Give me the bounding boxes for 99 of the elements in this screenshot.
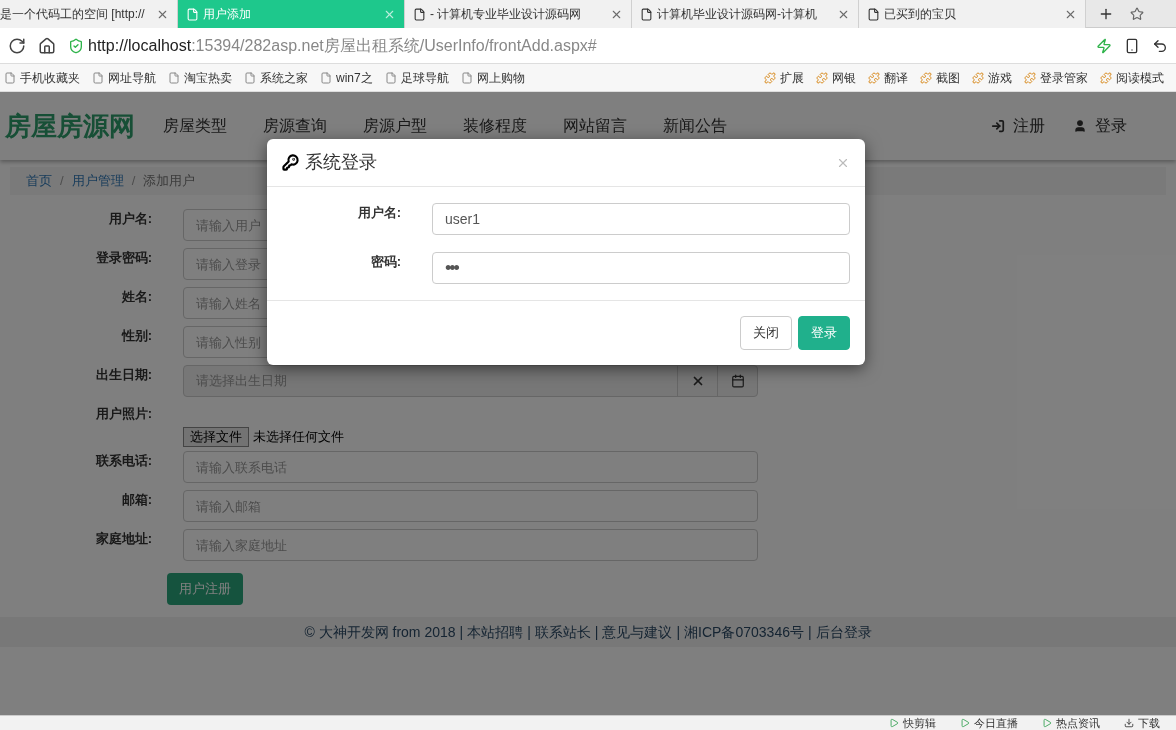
toolbar-link[interactable]: 翻译 [884,68,908,87]
status-bar-link[interactable]: 快剪辑 [903,714,936,730]
status-bar-link[interactable]: 今日直播 [974,714,1018,730]
tab-title: 是一个代码工的空间 [http:// [0,6,146,23]
phone-icon[interactable] [1124,37,1140,54]
footer-link[interactable]: 联系站长 [534,621,591,643]
puzzle-icon[interactable] [868,71,880,84]
toolbar-link[interactable]: 扩展 [780,68,804,87]
download-icon[interactable] [1124,718,1134,728]
bookmark-link[interactable]: 淘宝热卖 [184,68,232,87]
puzzle-icon[interactable] [1100,71,1112,84]
breadcrumb-current: 添加用户 [143,172,196,191]
footer-separator: | [594,622,599,642]
browser-tab[interactable]: 计算机毕业设计源码网-计算机 [632,0,859,28]
page-icon [186,7,199,21]
footer-separator: | [527,622,531,642]
shield-icon [68,37,84,54]
register-link[interactable]: 注册 [991,114,1045,138]
back-icon[interactable] [1152,37,1168,54]
page-icon [640,7,653,21]
footer-link[interactable]: 意见与建议 [602,621,673,643]
field-label: 家庭地址: [94,530,152,548]
lightning-icon[interactable] [1096,37,1112,54]
footer-link[interactable]: 后台登录 [815,621,872,643]
page-icon[interactable] [460,71,473,84]
footer-separator: | [459,622,464,642]
page-icon[interactable] [92,71,104,84]
calendar-icon[interactable] [730,374,745,388]
page-icon[interactable] [320,71,332,84]
footer-link[interactable]: 湘ICP备0703346号 [684,621,804,643]
toolbar-link[interactable]: 游戏 [988,68,1012,87]
dialog-title: 系统登录 [305,151,378,174]
puzzle-icon[interactable] [972,71,984,84]
user-icon[interactable] [1073,119,1087,133]
toolbar-link[interactable]: 截图 [936,68,960,87]
page-icon[interactable] [244,71,256,84]
page-icon[interactable] [384,71,397,84]
footer-link[interactable]: 本站招聘 [467,621,524,643]
field-label: 邮箱: [120,491,152,509]
reload-icon[interactable] [8,36,26,55]
bookmark-link[interactable]: 系统之家 [260,68,308,87]
dialog-field-label: 用户名: [356,204,401,222]
bookmark-link[interactable]: 手机收藏夹 [20,68,80,87]
toolbar-link[interactable]: 阅读模式 [1116,68,1164,87]
play-icon[interactable] [889,718,899,728]
page-icon [413,7,426,21]
tab-title: 计算机毕业设计源码网-计算机 [657,6,818,23]
browser-tab[interactable]: - 计算机专业毕业设计源码网 [405,0,632,28]
browser-tab[interactable]: 已买到的宝贝 [859,0,1086,28]
page-icon[interactable] [168,71,180,84]
nav-link[interactable]: 网站留言 [563,114,627,138]
bookmark-link[interactable]: win7之 [336,68,373,87]
toolbar-link[interactable]: 网银 [832,68,856,87]
nav-link[interactable]: 房源查询 [263,114,327,138]
page-icon [867,7,880,21]
page-icon[interactable] [4,71,16,84]
toolbar-link[interactable]: 登录管家 [1040,68,1088,87]
play-icon[interactable] [1042,718,1052,728]
field-label: 出生日期: [94,366,152,384]
field-label: 用户照片: [94,405,152,423]
login-link[interactable]: 登录 [1073,114,1127,138]
field-label: 登录密码: [94,249,152,267]
footer-separator: | [807,622,812,642]
password-field[interactable]: ••• [432,252,850,284]
breadcrumb-separator: / [60,172,64,191]
footer-separator: | [676,622,681,642]
browser-tab[interactable]: 是一个代码工的空间 [http:// [0,0,178,28]
puzzle-icon[interactable] [764,71,776,84]
nav-link[interactable]: 房屋类型 [163,114,227,138]
choose-file-button[interactable]: 选择文件 [183,426,249,447]
bookmark-link[interactable]: 足球导航 [400,68,449,87]
status-bar-link[interactable]: 下载 [1138,714,1160,730]
file-status: 未选择任何文件 [253,427,344,446]
nav-link[interactable]: 新闻公告 [663,114,727,138]
nav-link[interactable]: 装修程度 [463,114,527,138]
field-label: 姓名: [120,288,152,306]
puzzle-icon[interactable] [1024,71,1036,84]
tab-title: 已买到的宝贝 [884,6,957,23]
status-bar-link[interactable]: 热点资讯 [1056,714,1100,730]
tab-title: - 计算机专业毕业设计源码网 [430,6,583,23]
puzzle-icon[interactable] [920,71,932,84]
puzzle-icon[interactable] [816,71,828,84]
breadcrumb-separator: / [131,172,136,191]
key-icon [282,154,299,171]
bookmark-link[interactable]: 网址导航 [108,68,156,87]
address-bar[interactable]: http://localhost:15394/282asp.net房屋出租系统/UserInfo/frontAdd.aspx# [88,33,597,58]
close-button[interactable]: 关闭 [740,316,792,350]
field-label: 性别: [120,327,152,345]
sign-in-icon[interactable] [991,119,1005,133]
nav-link[interactable]: 房源户型 [363,114,427,138]
field-label: 用户名: [107,210,152,228]
username-field[interactable]: user1 [432,203,850,235]
play-icon[interactable] [960,718,970,728]
tab-title: 用户添加 [203,6,252,23]
field-label: 联系电话: [94,452,152,470]
bookmark-link[interactable]: 网上购物 [476,68,525,87]
dialog-field-label: 密码: [369,253,401,271]
copyright-text: © 大神开发网 from 2018 [304,622,456,642]
home-icon[interactable] [38,36,56,55]
